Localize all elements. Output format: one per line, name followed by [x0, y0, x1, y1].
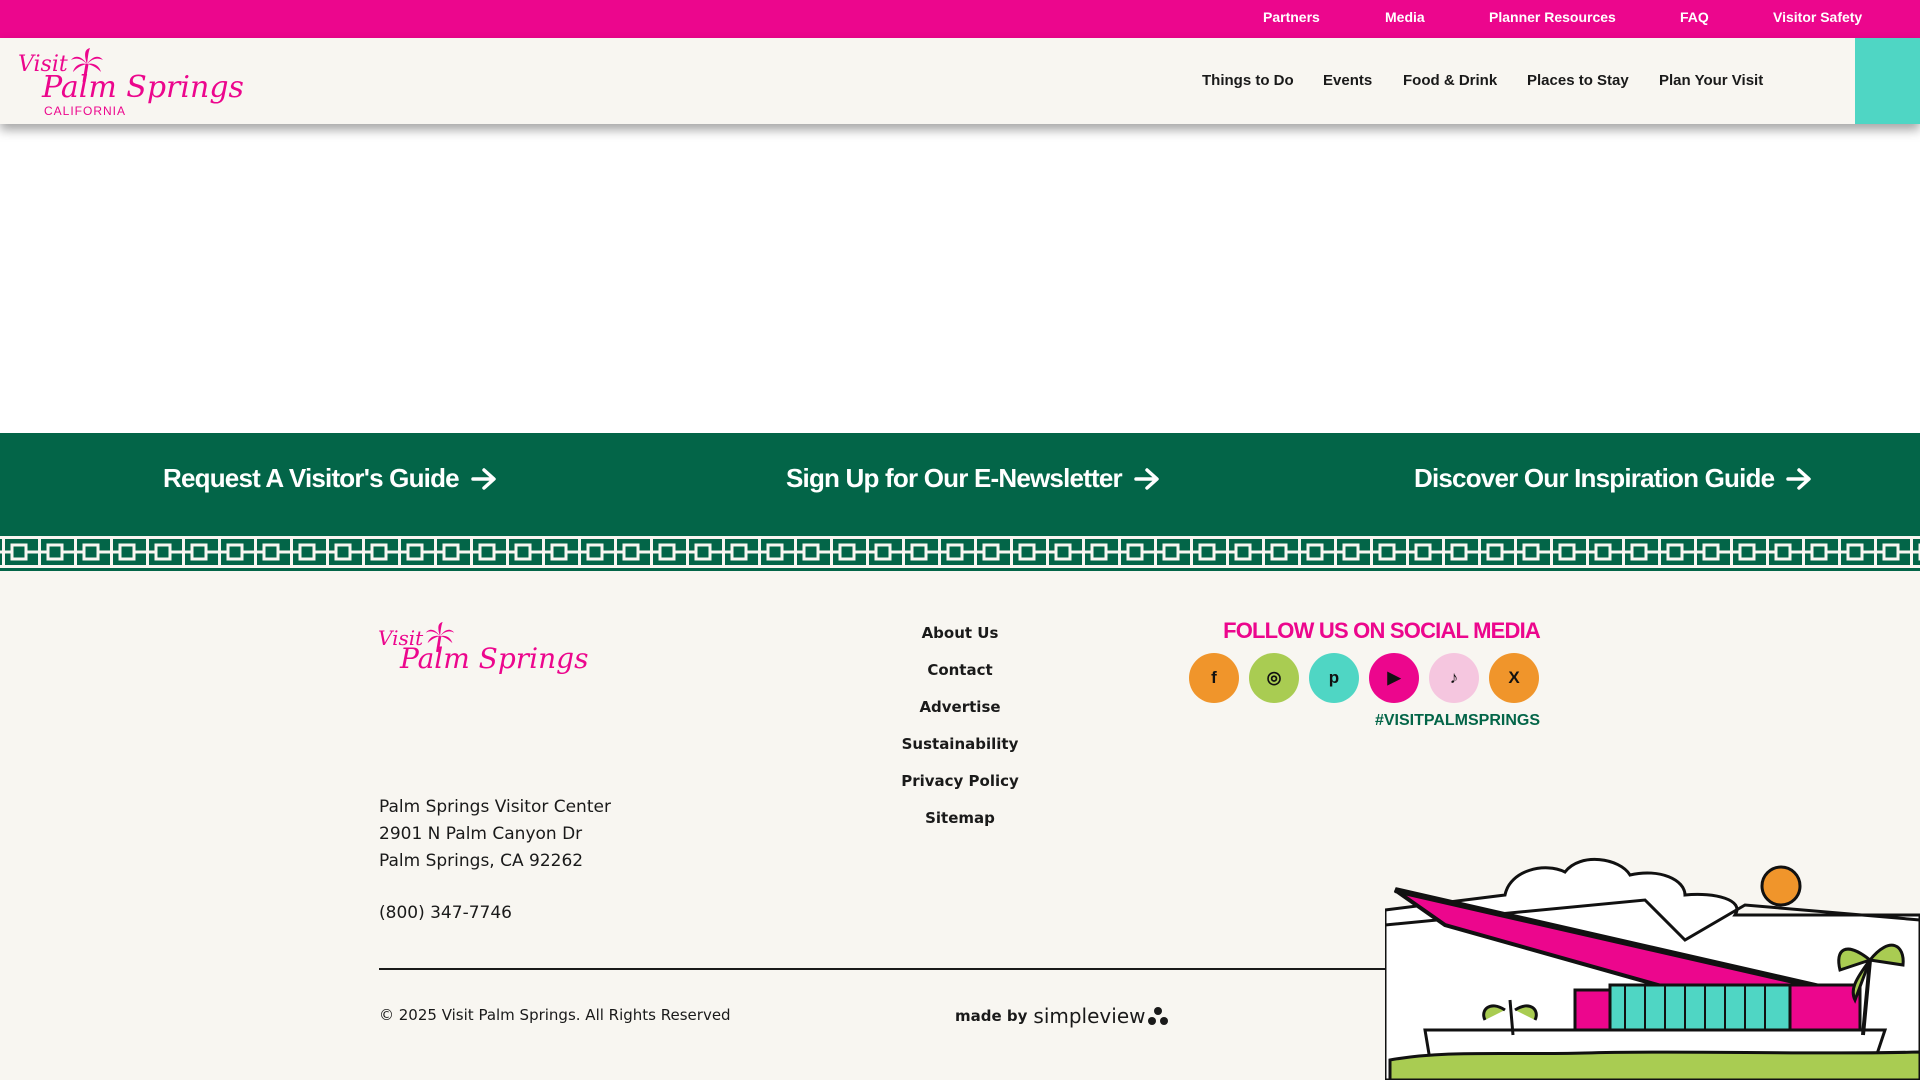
footer-link-advertise[interactable]: Advertise: [860, 698, 1060, 735]
facebook-icon: f: [1211, 668, 1217, 687]
address-line: Palm Springs Visitor Center: [379, 797, 611, 817]
arrow-right-icon: [1786, 467, 1812, 490]
footer-link-contact[interactable]: Contact: [860, 661, 1060, 698]
menu-toggle-button[interactable]: [1855, 38, 1920, 124]
arrow-right-icon: [471, 467, 496, 490]
x-link[interactable]: X: [1489, 653, 1539, 703]
logo-sub-text: CALIFORNIA: [44, 104, 127, 118]
pinterest-link[interactable]: p: [1309, 653, 1359, 703]
arrow-right-icon: [1134, 467, 1159, 490]
utility-link-partners[interactable]: Partners: [1263, 9, 1320, 25]
site-header: Visit Palm Springs CALIFORNIA Things to …: [0, 38, 1920, 124]
hashtag-link[interactable]: #VISITPALMSPRINGS: [1160, 712, 1540, 730]
youtube-link[interactable]: ▶: [1369, 653, 1419, 703]
social-heading: FOLLOW US ON SOCIAL MEDIA: [1223, 618, 1541, 643]
palm-springs-building-illustration: [1385, 858, 1920, 1080]
visitor-center-address: Palm Springs Visitor Center 2901 N Palm …: [379, 794, 611, 875]
decorative-pattern: [0, 533, 1920, 571]
utility-bar: Partners Media Planner Resources FAQ Vis…: [0, 0, 1920, 38]
cta-band: Request A Visitor's Guide Sign Up for Ou…: [0, 433, 1920, 533]
utility-link-media[interactable]: Media: [1385, 9, 1425, 25]
newsletter-signup-link[interactable]: Sign Up for Our E-Newsletter: [786, 463, 1160, 494]
address-line: Palm Springs, CA 92262: [379, 851, 584, 871]
instagram-icon: ◎: [1266, 668, 1282, 687]
site-logo[interactable]: Visit Palm Springs CALIFORNIA: [18, 48, 244, 118]
footer-logo[interactable]: Visit Palm Springs: [378, 622, 588, 682]
footer-divider: [379, 968, 1539, 970]
utility-link-faq[interactable]: FAQ: [1680, 9, 1709, 25]
footer-link-sitemap[interactable]: Sitemap: [860, 809, 1060, 846]
simpleview-credit-link[interactable]: made by simpleview: [955, 1004, 1169, 1028]
nav-things-to-do[interactable]: Things to Do: [1202, 72, 1294, 89]
cta-label: Sign Up for Our E-Newsletter: [786, 463, 1123, 493]
social-links: f ◎ p ▶ ♪ X: [1189, 653, 1539, 703]
cta-label: Discover Our Inspiration Guide: [1414, 463, 1775, 493]
youtube-icon: ▶: [1387, 668, 1401, 687]
simpleview-logo-icon: [1148, 1007, 1169, 1025]
utility-link-planner-resources[interactable]: Planner Resources: [1489, 9, 1616, 25]
cta-label: Request A Visitor's Guide: [163, 463, 460, 493]
footer-link-sustainability[interactable]: Sustainability: [860, 735, 1060, 772]
request-visitors-guide-link[interactable]: Request A Visitor's Guide: [163, 463, 497, 494]
tiktok-link[interactable]: ♪: [1429, 653, 1479, 703]
nav-places-to-stay[interactable]: Places to Stay: [1527, 72, 1629, 89]
footer-links: About Us Contact Advertise Sustainabilit…: [860, 624, 1060, 846]
instagram-link[interactable]: ◎: [1249, 653, 1299, 703]
pinterest-icon: p: [1328, 668, 1340, 687]
footer-link-about-us[interactable]: About Us: [860, 624, 1060, 661]
copyright-text: © 2025 Visit Palm Springs. All Rights Re…: [379, 1006, 731, 1024]
footer-logo-main: Palm Springs: [400, 642, 589, 675]
inspiration-guide-link[interactable]: Discover Our Inspiration Guide: [1414, 463, 1812, 494]
nav-events[interactable]: Events: [1323, 72, 1372, 89]
phone-link[interactable]: (800) 347-7746: [379, 903, 512, 923]
footer-link-privacy-policy[interactable]: Privacy Policy: [860, 772, 1060, 809]
tiktok-icon: ♪: [1449, 668, 1459, 687]
x-icon: X: [1508, 668, 1520, 687]
content-area: [0, 124, 1920, 433]
address-line: 2901 N Palm Canyon Dr: [379, 824, 583, 844]
simpleview-brand-text: simpleview: [1033, 1004, 1146, 1028]
logo-main-text: Palm Springs: [42, 70, 244, 105]
facebook-link[interactable]: f: [1189, 653, 1239, 703]
nav-plan-your-visit[interactable]: Plan Your Visit: [1659, 72, 1763, 89]
made-by-text: made by: [955, 1007, 1028, 1025]
utility-link-visitor-safety[interactable]: Visitor Safety: [1773, 9, 1862, 25]
nav-food-drink[interactable]: Food & Drink: [1403, 72, 1497, 89]
